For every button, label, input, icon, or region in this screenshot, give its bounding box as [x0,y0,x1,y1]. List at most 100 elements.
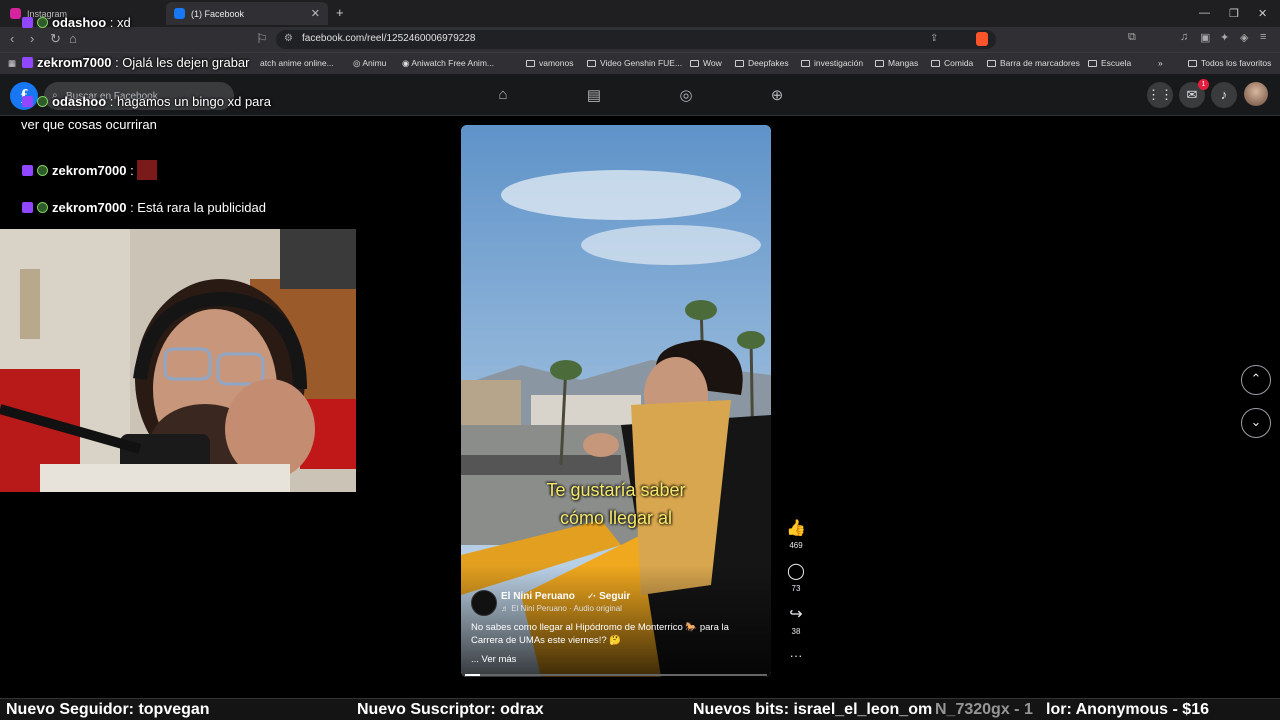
address-bar[interactable]: ⚙ facebook.com/reel/1252460006979228 ⇪ [276,30,996,49]
home-icon[interactable]: ⌂ [69,31,77,46]
twitch-icon [22,17,33,28]
share-button[interactable]: ↪ 38 [784,604,808,636]
chat-message: zekrom7000 : Está rara la publicidad [22,200,266,215]
video-progress-track[interactable] [465,674,767,676]
wallet-icon[interactable]: ▣ [1200,31,1210,44]
tab-facebook[interactable]: (1) Facebook ✕ [166,2,328,25]
author-avatar[interactable] [471,590,497,616]
site-info-icon[interactable]: ⚙ [284,33,293,44]
thumbs-up-icon: 👍 [786,520,806,537]
folder-icon [690,60,699,67]
bookmark-wow[interactable]: Wow [690,58,722,68]
leo-icon[interactable]: ✦ [1220,31,1229,44]
comment-icon: ◯ [787,563,805,580]
bookmark-partial[interactable]: atch anime online... [260,58,334,68]
like-button[interactable]: 👍 469 [784,518,808,550]
share-icon[interactable]: ⇪ [930,33,938,44]
all-bookmarks[interactable]: Todos los favoritos [1188,58,1271,68]
browser-tab-bar: Instagram (1) Facebook ✕ + — ❐ ✕ [0,0,1280,27]
webcam-image [0,229,356,492]
ticker-bits-overlap: N_7320gx - 1 [935,701,1033,718]
folder-icon [1088,60,1097,67]
reel-caption: Carrera de UMAs este viernes!? 🤔 [471,635,622,646]
bookmark-escuela[interactable]: Escuela [1088,58,1131,68]
notifications-icon[interactable]: ♪ [1211,82,1237,108]
forward-icon[interactable]: › [30,31,34,46]
twitch-icon [22,57,33,68]
back-icon[interactable]: ‹ [10,31,14,46]
minimize-button[interactable]: — [1199,7,1210,19]
reel-subtitle: Te gustaría saber [546,480,686,500]
aniwatch-icon: ◉ [402,58,412,68]
vpn-icon[interactable]: ◈ [1240,31,1248,44]
chat-message: zekrom7000 : [22,160,158,180]
folder-icon [735,60,744,67]
ticker-follower: Nuevo Seguidor: topvegan [6,701,210,718]
bookmark-animu[interactable]: ◎ Animu [353,58,386,69]
reload-icon[interactable]: ↻ [50,31,61,47]
chat-badge-icon [37,17,48,28]
author-name[interactable]: El Nini Peruano [501,591,575,602]
more-options-icon[interactable]: ··· [784,648,808,663]
folder-icon [526,60,535,67]
chat-badge-icon [37,96,48,107]
url-text: facebook.com/reel/1252460006979228 [302,33,476,44]
chat-badge-icon [37,202,48,213]
folder-icon [931,60,940,67]
bookmark-deepfakes[interactable]: Deepfakes [735,58,789,68]
reel-caption: No sabes como llegar al Hipódromo de Mon… [471,622,729,633]
chat-message: zekrom7000 : Ojalá les dejen grabar [22,55,250,70]
previous-reel-button[interactable]: ⌃ [1241,365,1271,395]
bookmark-icon[interactable]: ⚐ [256,31,268,47]
facebook-icon [174,8,185,19]
tab-label: (1) Facebook [191,8,245,19]
bookmark-video-genshin[interactable]: Video Genshin FUE... [587,58,682,68]
new-tab-button[interactable]: + [336,5,344,20]
more-bookmarks-icon[interactable]: » [1158,58,1163,68]
gaming-icon[interactable]: ⊕ [768,86,786,104]
folder-icon [987,60,996,67]
notification-badge: 1 [1198,79,1209,90]
bookmark-vamonos[interactable]: vamonos [526,58,574,68]
chat-badge-icon [37,165,48,176]
bookmark-barra[interactable]: Barra de marcadores [987,58,1080,68]
bookmark-mangas[interactable]: Mangas [875,58,918,68]
marketplace-icon[interactable]: ▤ [585,86,603,104]
stream-ticker: Nuevo Seguidor: topvegan Nuevo Suscripto… [0,698,1280,720]
bookmark-comida[interactable]: Comida [931,58,973,68]
folder-icon [1188,60,1197,67]
profile-avatar[interactable] [1244,82,1268,106]
webcam-overlay [0,229,356,492]
bookmark-investigacion[interactable]: investigación [801,58,863,68]
menu-grid-icon[interactable]: ⋮⋮ [1147,82,1173,108]
ticker-subscriber: Nuevo Suscriptor: odrax [357,701,544,718]
twitch-icon [22,96,33,107]
close-window-button[interactable]: ✕ [1258,7,1267,20]
brave-shield-icon[interactable] [976,32,988,46]
reel-video[interactable]: Te gustaría saber cómo llegar al El Nini… [461,125,771,677]
chat-message: odashoo : hagamos un bingo xd para [22,94,271,109]
folder-icon [801,60,810,67]
instagram-icon [10,8,21,19]
emote-image [137,160,158,180]
close-tab-icon[interactable]: ✕ [311,7,320,20]
bookmark-aniwatch[interactable]: ◉ Aniwatch Free Anim... [402,58,494,69]
chat-message: odashoo : xd [22,15,131,30]
menu-icon[interactable]: ≡ [1260,31,1266,43]
see-more-link[interactable]: ... Ver más [471,654,516,665]
ticker-bits: Nuevos bits: israel_el_leon_om [693,701,933,718]
maximize-button[interactable]: ❐ [1229,7,1239,20]
twitch-icon [22,165,33,176]
video-progress-fill [465,674,481,676]
audio-label[interactable]: ♬ El Nini Peruano · Audio original [501,604,622,613]
apps-icon[interactable]: ▦ [8,58,16,69]
groups-icon[interactable]: ◎ [677,86,695,104]
extensions-icon[interactable]: ⧉ [1128,31,1136,44]
next-reel-button[interactable]: ⌄ [1241,408,1271,438]
chat-message-continuation: ver que cosas ocurriran [21,117,157,132]
folder-icon [587,60,596,67]
follow-button[interactable]: · Seguir [593,591,630,602]
media-icon[interactable]: ♫ [1180,31,1188,43]
comment-button[interactable]: ◯ 73 [784,561,808,593]
home-icon[interactable]: ⌂ [494,86,512,104]
